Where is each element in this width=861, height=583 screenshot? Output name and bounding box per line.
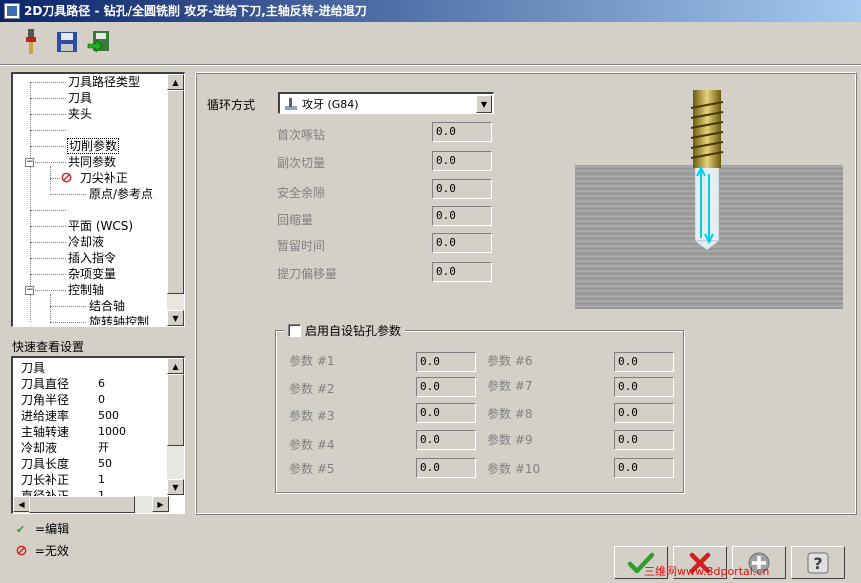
custom-param-label: 参数 #5 [289,462,335,476]
cycle-label: 循环方式 [207,98,256,112]
tree-item-tip-comp[interactable]: 刀尖补正 [61,170,128,186]
tree-item-axis-control[interactable]: 控制轴 [68,282,104,298]
cycle-select[interactable]: 攻牙 (G84) ▼ [278,92,494,114]
custom-param-label: 参数 #6 [487,354,533,368]
tree-scrollbar[interactable]: ▲ ▼ [167,74,184,326]
invalid-icon [16,545,27,556]
custom-param-label: 参数 #9 [487,433,533,447]
custom-param-label: 参数 #1 [289,354,335,368]
watermark: 三维网www.3dportal.cn [644,565,770,578]
peck1-field[interactable]: 0.0 [432,122,492,142]
scroll-left-button[interactable]: ◀ [13,496,30,512]
scroll-thumb[interactable] [167,374,184,446]
tree-item-rotary[interactable]: 旋转轴控制 [89,314,149,325]
retract-field[interactable]: 0.0 [432,206,492,226]
param-9-field[interactable]: 0.0 [614,430,674,450]
scroll-up-button[interactable]: ▲ [167,74,184,90]
tree-item-toolpath-type[interactable]: 刀具路径类型 [68,74,140,90]
custom-param-label: 参数 #10 [487,462,541,476]
legend-invalid: =无效 [16,542,69,559]
quick-view-hscroll[interactable]: ◀ ▶ [13,496,169,513]
param-4-field[interactable]: 0.0 [416,430,476,450]
tree-item-coolant[interactable]: 冷却液 [68,234,104,250]
custom-param-label: 参数 #7 [487,379,533,393]
shift-field[interactable]: 0.0 [432,262,492,282]
quick-view-list: 刀具 刀具直径 6 刀角半径 0 进给速率 500 主轴转速 1000 冷却液开 刀具长… [11,356,185,514]
title-bar[interactable]: 2D刀具路径 - 钻孔/全圆铣削 攻牙-进给下刀,主轴反转-进给退刀 [0,0,861,22]
scroll-down-button[interactable]: ▼ [167,479,184,495]
param-label: 副次切量 [277,156,326,170]
param-1-field[interactable]: 0.0 [416,352,476,372]
tree-item-tool[interactable]: 刀具 [68,90,92,106]
param-10-field[interactable]: 0.0 [614,458,674,478]
tree-item-misc[interactable]: 杂项变量 [68,266,116,282]
param-label: 首次啄钻 [277,128,326,142]
enable-custom-checkbox[interactable] [288,324,301,337]
tree-item-holder[interactable]: 夹头 [68,106,92,122]
param-7-field[interactable]: 0.0 [614,377,674,397]
tool-button[interactable] [18,28,44,56]
collapse-axis-control[interactable]: − [25,286,34,295]
param-3-field[interactable]: 0.0 [416,403,476,423]
toolbar-separator [0,64,861,66]
scroll-up-button[interactable]: ▲ [167,358,184,374]
scroll-down-button[interactable]: ▼ [167,310,184,326]
custom-params-toggle[interactable]: 启用自设钻孔参数 [284,322,406,339]
scroll-thumb[interactable] [167,90,184,294]
help-button[interactable]: ? [791,546,845,579]
legend-edit: ✔ =编辑 [16,522,70,536]
check-icon: ✔ [16,523,26,536]
export-icon [87,31,109,53]
collapse-common-params[interactable]: − [25,158,34,167]
quick-view-title: 快速查看设置 [12,340,85,354]
tap-tool-image [690,90,724,251]
tap-cycle-icon [285,98,297,110]
tool-icon [26,29,36,54]
param-8-field[interactable]: 0.0 [614,403,674,423]
tree-item-common-params[interactable]: 共同参数 [68,154,116,170]
param-label: 安全余隙 [277,186,326,200]
help-icon: ? [807,552,829,573]
export-button[interactable] [86,28,112,56]
save-button[interactable] [54,28,80,56]
dwell-field[interactable]: 0.0 [432,233,492,253]
svg-text:?: ? [813,554,822,573]
param-label: 回缩量 [277,213,314,227]
tree-item-insert[interactable]: 插入指令 [68,250,116,266]
tap-illustration [575,82,843,312]
custom-param-label: 参数 #2 [289,382,335,396]
app-icon [4,3,20,19]
tree-item-cut-params[interactable]: 切削参数 [67,138,120,154]
subsequent-peck-field[interactable]: 0.0 [432,151,492,171]
tree-item-origin[interactable]: 原点/参考点 [89,186,153,202]
invalid-icon [61,172,72,183]
toolbar [0,22,861,62]
chevron-down-icon[interactable]: ▼ [476,95,492,113]
save-icon [57,32,77,52]
tree-item-plane[interactable]: 平面 (WCS) [68,218,133,234]
custom-param-label: 参数 #3 [289,409,335,423]
custom-param-label: 参数 #4 [289,438,335,452]
clearance-field[interactable]: 0.0 [432,179,492,199]
param-2-field[interactable]: 0.0 [416,377,476,397]
scroll-thumb[interactable] [29,496,135,513]
tree-content: 刀具路径类型 刀具 夹头 切削参数 − 共同参数 刀尖补正 原点/参考点 平面 … [13,74,169,325]
param-label: 暂留时间 [277,239,326,253]
param-6-field[interactable]: 0.0 [614,352,674,372]
param-label: 提刀偏移量 [277,267,338,281]
parameter-tree: 刀具路径类型 刀具 夹头 切削参数 − 共同参数 刀尖补正 原点/参考点 平面 … [11,72,185,327]
param-5-field[interactable]: 0.0 [416,458,476,478]
quick-view-vscroll[interactable]: ▲ ▼ [167,358,184,495]
scroll-right-button[interactable]: ▶ [152,496,169,512]
window-title: 2D刀具路径 - 钻孔/全圆铣削 攻牙-进给下刀,主轴反转-进给退刀 [24,4,367,18]
tree-item-combine-axis[interactable]: 结合轴 [89,298,125,314]
custom-param-label: 参数 #8 [487,407,533,421]
